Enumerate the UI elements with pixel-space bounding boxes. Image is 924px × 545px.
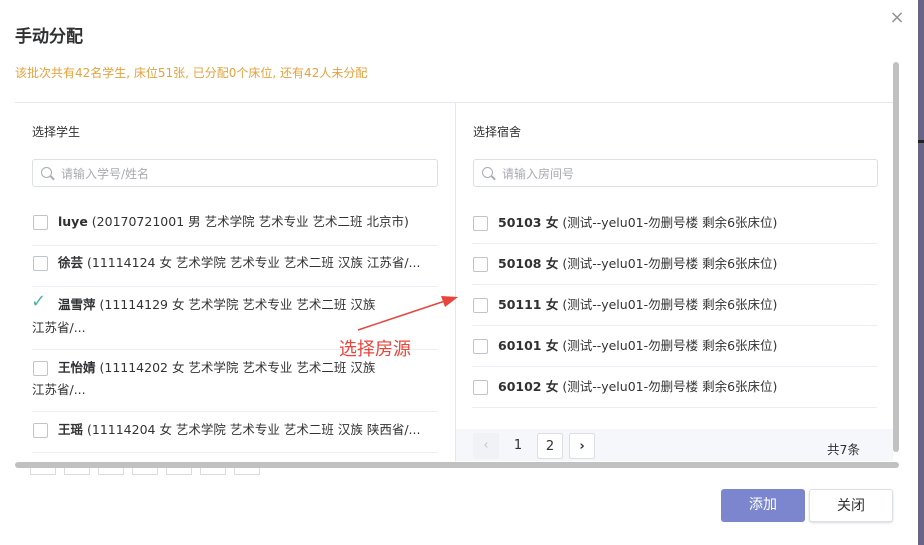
background-strip <box>918 0 924 545</box>
add-button[interactable]: 添加 <box>721 489 805 522</box>
annotation-arrow <box>357 296 458 331</box>
close-button[interactable]: 关闭 <box>809 489 893 522</box>
annotation-label: 选择房源 <box>339 339 411 360</box>
manual-assign-dialog: 手动分配 × 该批次共有42名学生, 床位51张, 已分配0个床位, 还有42人… <box>0 0 924 545</box>
